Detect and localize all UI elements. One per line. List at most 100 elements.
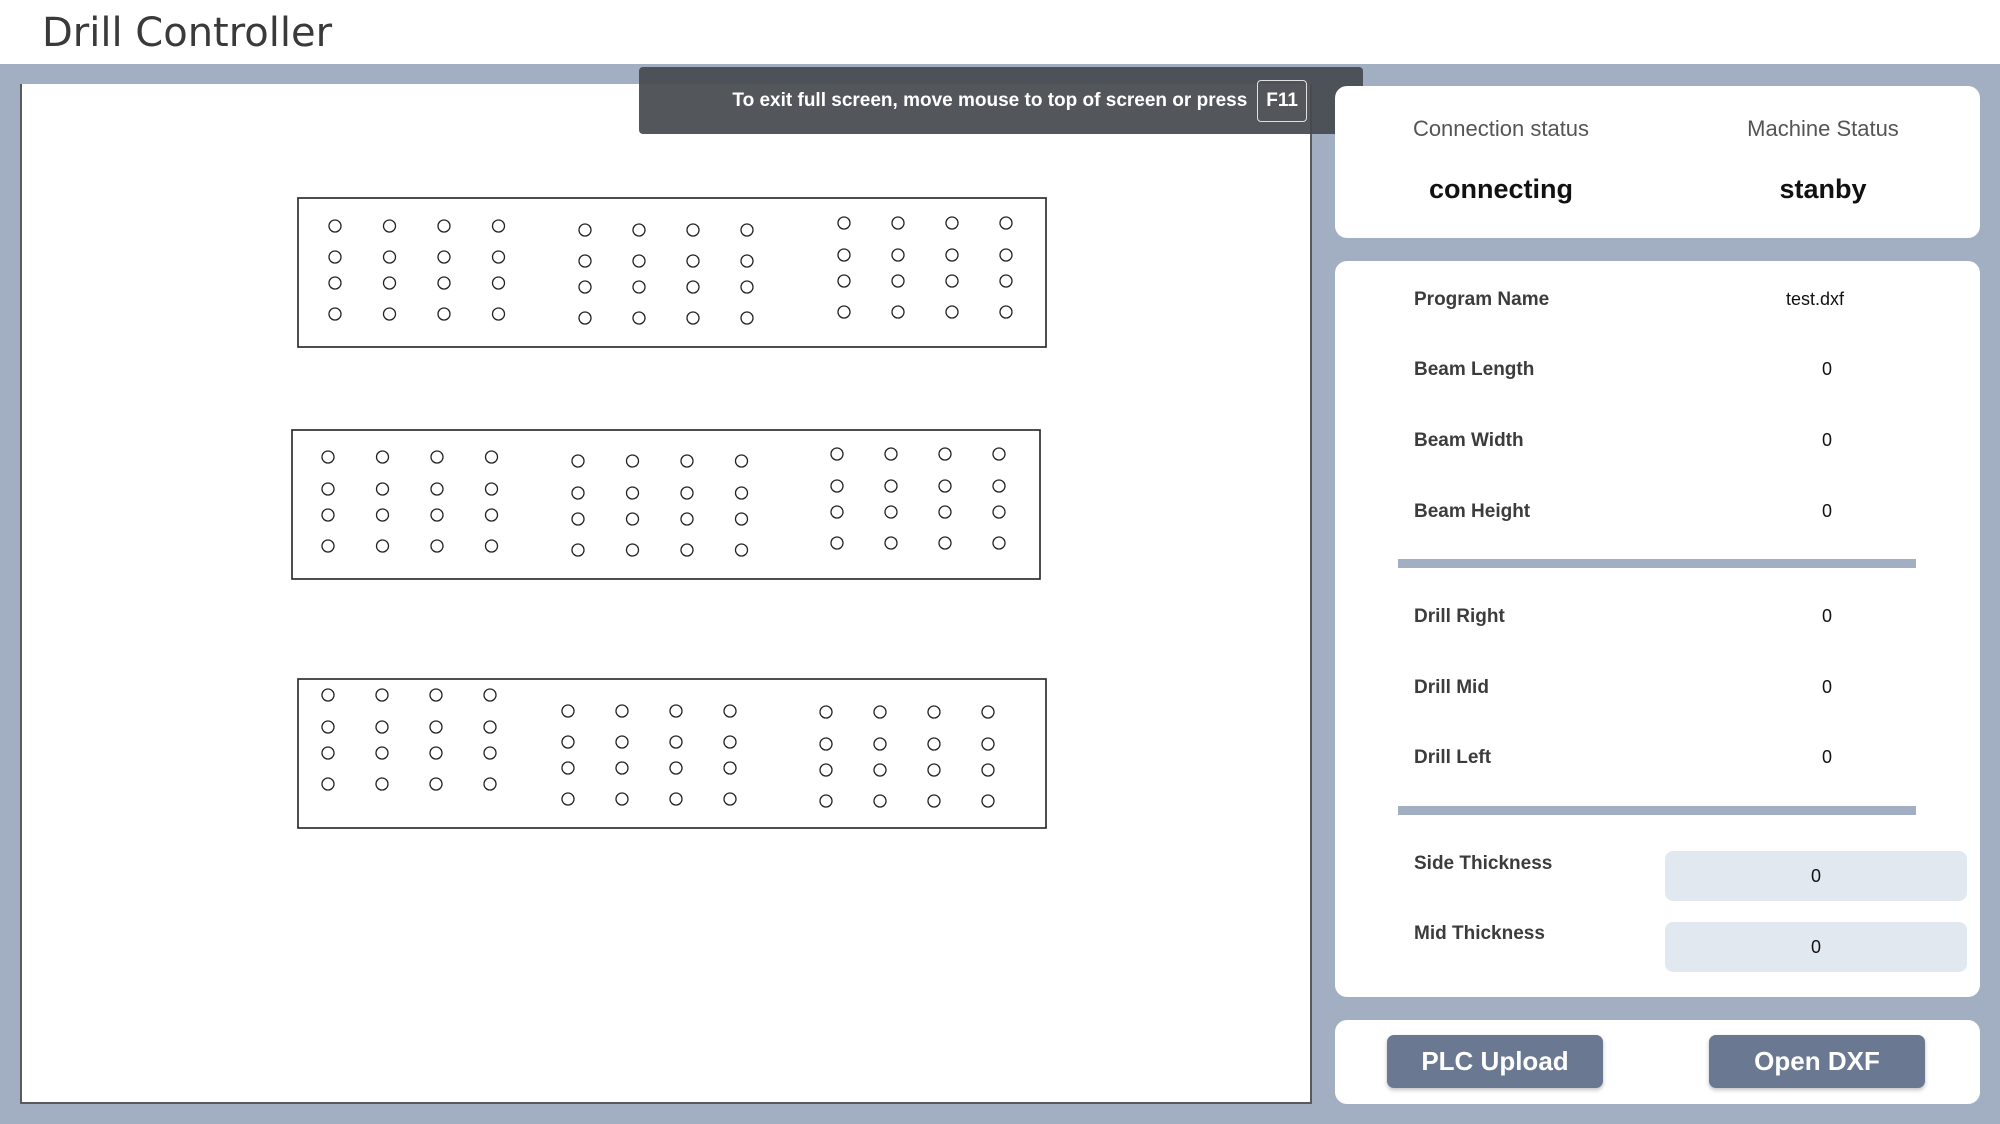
drill-hole	[999, 248, 1013, 262]
drill-hole	[819, 737, 833, 751]
beam-bottom-outline	[297, 678, 1047, 829]
drill-hole	[927, 794, 941, 808]
drill-hole	[615, 735, 629, 749]
drill-hole	[321, 450, 335, 464]
drill-hole	[625, 454, 640, 468]
connection-status-value: connecting	[1428, 174, 1573, 204]
drill-hole	[669, 761, 683, 775]
machine-status-value: stanby	[1779, 174, 1867, 204]
drill-hole	[945, 248, 959, 262]
drill-hole	[680, 486, 694, 500]
drill-hole	[981, 737, 995, 751]
drill-hole	[571, 486, 585, 500]
drill-mid-value: 0	[1821, 677, 1832, 697]
beam-top-outline	[297, 197, 1047, 348]
drill-hole	[484, 508, 499, 522]
drill-hole	[680, 454, 694, 468]
side-thickness-input[interactable]	[1665, 851, 1967, 901]
drill-hole	[615, 761, 629, 775]
drill-hole	[938, 479, 952, 493]
drill-hole	[484, 450, 499, 464]
drill-hole	[837, 274, 851, 288]
program-name-value: test.dxf	[1785, 289, 1845, 309]
drill-hole	[873, 737, 887, 751]
drill-hole	[740, 311, 754, 325]
drill-hole	[321, 688, 335, 702]
beam-length-value: 0	[1821, 359, 1832, 379]
drill-hole	[723, 792, 737, 806]
beam-width-value: 0	[1821, 430, 1832, 450]
drill-hole	[571, 543, 585, 557]
title-bar: Drill Controller	[0, 0, 2000, 64]
drill-hole	[625, 512, 640, 526]
drill-hole	[686, 254, 700, 268]
section-divider	[1398, 806, 1916, 815]
beam-height-value: 0	[1821, 501, 1832, 521]
drill-hole	[321, 539, 335, 553]
drill-hole	[680, 543, 694, 557]
dxf-preview-canvas[interactable]	[20, 84, 1312, 1104]
drill-hole	[830, 536, 844, 550]
fullscreen-toast: To exit full screen, move mouse to top o…	[639, 67, 1363, 134]
drill-hole	[981, 794, 995, 808]
drill-hole	[686, 311, 700, 325]
drill-hole	[723, 704, 737, 718]
drill-hole	[819, 763, 833, 777]
status-card: Connection status connecting Machine Sta…	[1335, 86, 1980, 238]
drill-hole	[819, 794, 833, 808]
drill-hole	[578, 254, 592, 268]
drill-hole	[483, 777, 497, 791]
beam-width-label: Beam Width	[1414, 430, 1524, 451]
beam-middle-outline	[291, 429, 1041, 580]
drill-hole	[571, 512, 585, 526]
drill-hole	[328, 276, 342, 290]
drill-mid-label: Drill Mid	[1414, 677, 1489, 698]
dxf-drawing	[291, 197, 1047, 829]
drill-hole	[430, 482, 444, 496]
drill-hole	[321, 508, 335, 522]
drill-hole	[429, 688, 443, 702]
drill-hole	[680, 512, 694, 526]
drill-hole	[981, 763, 995, 777]
mid-thickness-input[interactable]	[1665, 922, 1967, 972]
drill-hole	[992, 447, 1006, 461]
drill-hole	[483, 746, 497, 760]
connection-status: Connection status connecting	[1341, 116, 1661, 205]
drill-hole	[491, 250, 506, 264]
drill-hole	[321, 777, 335, 791]
drill-hole	[321, 482, 335, 496]
drill-hole	[382, 307, 397, 321]
drill-hole	[430, 508, 444, 522]
drill-hole	[837, 305, 851, 319]
drill-hole	[561, 704, 575, 718]
drill-hole	[945, 274, 959, 288]
drill-left-label: Drill Left	[1414, 747, 1492, 768]
section-divider	[1398, 559, 1916, 568]
drill-hole	[615, 704, 629, 718]
mid-thickness-label: Mid Thickness	[1414, 923, 1545, 944]
drill-hole	[561, 792, 575, 806]
drill-hole	[734, 486, 749, 500]
plc-upload-button[interactable]: PLC Upload	[1387, 1035, 1603, 1088]
drill-hole	[669, 704, 683, 718]
drill-hole	[321, 720, 335, 734]
drill-hole	[734, 512, 749, 526]
drill-hole	[992, 536, 1006, 550]
drill-hole	[625, 543, 640, 557]
machine-status: Machine Status stanby	[1663, 116, 1983, 205]
drill-hole	[884, 505, 898, 519]
drill-hole	[375, 688, 389, 702]
drill-hole	[430, 450, 444, 464]
drill-hole	[375, 746, 389, 760]
drill-hole	[927, 705, 941, 719]
open-dxf-button[interactable]: Open DXF	[1709, 1035, 1925, 1088]
drill-hole	[927, 763, 941, 777]
drill-hole	[483, 688, 497, 702]
drill-hole	[945, 305, 959, 319]
drill-hole	[578, 223, 592, 237]
drill-hole	[873, 794, 887, 808]
drill-hole	[992, 505, 1006, 519]
drill-hole	[578, 280, 592, 294]
drill-hole	[723, 735, 737, 749]
drill-hole	[328, 219, 342, 233]
